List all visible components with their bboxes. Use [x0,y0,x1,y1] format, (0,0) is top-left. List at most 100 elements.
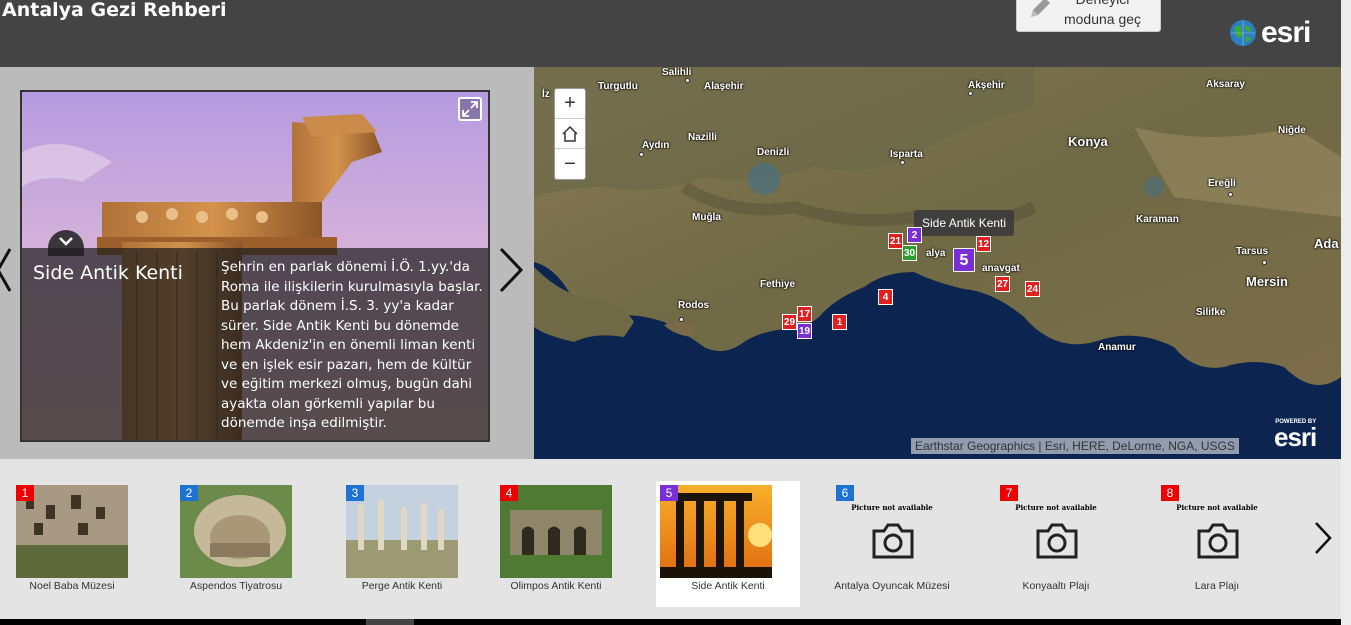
camera-icon [1036,523,1078,559]
pencil-icon [1031,0,1050,17]
carousel-item[interactable]: 1 Noel Baba Müzesi [0,481,144,607]
picture-not-available-text: Picture not available [1176,503,1258,512]
carousel-item[interactable]: 3 Perge Antik Kenti [330,481,474,607]
city-label: Salihli [662,67,692,78]
map-marker[interactable]: 29 [782,314,798,330]
city-label: Silifke [1196,307,1226,318]
camera-icon [872,523,914,559]
city-dot [639,152,644,157]
story-caption: Side Antik Kenti Şehrin en parlak dönemi… [22,248,488,440]
place-label: Lara Plajı [1194,580,1240,592]
zoom-out-button[interactable]: − [555,149,585,179]
bottom-scroll-thumb[interactable] [366,619,414,625]
next-arrow-icon[interactable] [497,245,527,300]
city-label: alya [926,248,946,259]
place-label: Olimpos Antik Kenti [510,580,602,592]
city-label: Ada [1314,236,1339,251]
city-label: İz [542,89,550,100]
builder-mode-button[interactable]: Derleyici moduna geç [1016,0,1161,32]
city-label: Isparta [890,149,923,160]
place-number-badge: 2 [180,485,198,501]
esri-logo[interactable]: esri [1229,16,1311,50]
app-header: Antalya Gezi Rehberi Derleyici moduna ge… [0,0,1341,67]
city-label: Alaşehir [704,81,744,92]
builder-mode-label: Derleyici moduna geç [1063,0,1142,27]
carousel-next-arrow-icon[interactable] [1311,519,1335,562]
city-label: Anamur [1098,342,1136,353]
picture-not-available-text: Picture not available [851,503,933,512]
home-icon [562,125,578,142]
place-label: Konyaaltı Plajı [1022,580,1090,592]
place-label: Aspendos Tiyatrosu [189,580,283,592]
globe-icon [1230,20,1256,46]
home-button[interactable] [555,119,585,149]
city-label: Karaman [1136,214,1179,225]
powered-by-esri-logo[interactable]: POWERED BY esri [1274,419,1317,450]
city-label: Turgutlu [598,81,638,92]
city-label: Ereğli [1208,178,1236,189]
map-marker[interactable]: 30 [902,245,918,261]
place-number-badge: 3 [346,485,364,501]
carousel-item[interactable]: Picture not available 8 Lara Plajı [1145,481,1289,607]
place-label: Perge Antik Kenti [361,580,443,592]
map-attribution: Earthstar Geographics | Esri, HERE, DeLo… [911,438,1239,454]
city-label: Akşehir [968,80,1005,91]
place-number-badge: 6 [836,485,854,501]
city-dot [1228,192,1233,197]
map-marker[interactable]: 12 [976,236,992,252]
story-panel: Side Antik Kenti Şehrin en parlak dönemi… [0,67,534,459]
city-label: Muğla [692,212,721,223]
picture-not-available-text: Picture not available [1015,503,1097,512]
place-number-badge: 5 [660,485,678,501]
map-tooltip: Side Antik Kenti [914,210,1015,236]
map-marker[interactable]: 2 [907,227,922,243]
city-label: Rodos [678,300,710,311]
carousel-item[interactable]: Picture not available 6 Antalya Oyuncak … [820,481,964,607]
city-label: Aksaray [1206,79,1245,90]
carousel-item[interactable]: 2 Aspendos Tiyatrosu [164,481,308,607]
expand-icon[interactable] [458,97,482,121]
city-label: Tarsus [1236,246,1269,257]
scrollbar-track[interactable] [1341,0,1351,625]
map-marker[interactable]: 17 [797,306,813,322]
city-dot [968,91,973,96]
place-number-badge: 8 [1161,485,1179,501]
city-label: Nazilli [688,132,717,143]
carousel-item[interactable]: 4 Olimpos Antik Kenti [484,481,628,607]
place-label: Noel Baba Müzesi [29,580,115,592]
map-marker[interactable]: 21 [888,233,904,249]
place-carousel: 1 Noel Baba Müzesi 2 Aspendos Tiyatrosu … [0,459,1341,619]
previous-arrow-icon[interactable] [0,245,12,300]
zoom-in-button[interactable]: + [555,89,585,119]
city-dot [1262,260,1267,265]
satellite-basemap [534,67,1341,459]
bottom-bar [0,619,1341,625]
place-number-badge: 4 [500,485,518,501]
city-label: Konya [1068,134,1108,149]
esri-logo-text: esri [1261,16,1311,49]
camera-icon [1197,523,1239,559]
zoom-control: + − [554,88,586,180]
story-description: Şehrin en parlak dönemi İ.Ö. 1.yy.'da Ro… [221,259,483,431]
carousel-item[interactable]: Picture not available 7 Konyaaltı Plajı [984,481,1128,607]
place-number-badge: 1 [16,485,34,501]
map-marker[interactable]: 19 [797,323,813,339]
place-label: Side Antik Kenti [691,580,765,592]
city-label: Niğde [1278,125,1306,136]
carousel-item-active[interactable]: 5 Side Antik Kenti [656,481,800,607]
city-label: Denizli [757,147,790,158]
story-title: Side Antik Kenti [33,262,183,284]
city-dot [679,317,684,322]
city-label: Aydın [642,140,670,151]
app-title: Antalya Gezi Rehberi [2,0,227,21]
place-number-badge: 7 [1000,485,1018,501]
map-view[interactable]: + − Salihli Alaşehir Akşehir Aksaray Tur… [534,67,1341,459]
map-marker[interactable]: 1 [832,314,847,330]
city-dot [685,78,690,83]
map-marker[interactable]: 27 [995,276,1011,292]
map-marker-selected[interactable]: 5 [953,248,975,272]
map-marker[interactable]: 4 [878,289,893,305]
place-label: Antalya Oyuncak Müzesi [834,580,950,592]
story-media: Side Antik Kenti Şehrin en parlak dönemi… [20,90,490,442]
map-marker[interactable]: 24 [1025,281,1041,297]
